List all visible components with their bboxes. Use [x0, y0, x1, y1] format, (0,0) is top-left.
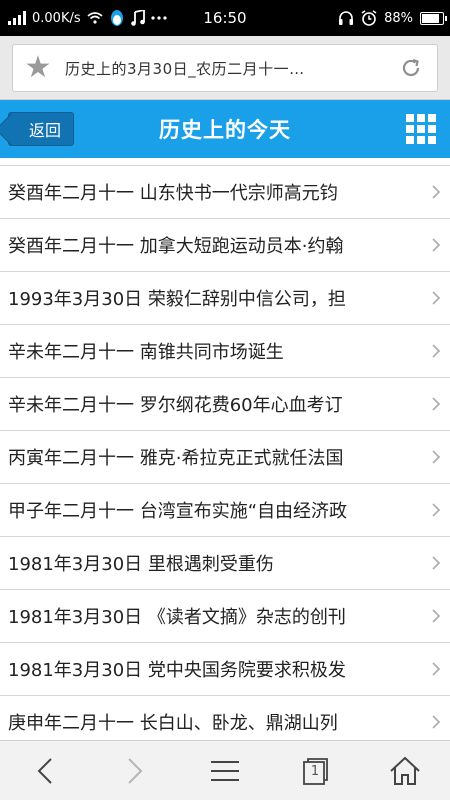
battery-level-fill	[422, 13, 439, 23]
page-header: 返回 历史上的今天	[0, 100, 450, 158]
list-item[interactable]: 庚申年二月十一 长白山、卧龙、鼎湖山列	[0, 696, 450, 740]
list-item[interactable]: 辛未年二月十一 南锥共同市场诞生	[0, 325, 450, 378]
nav-back-button[interactable]	[15, 741, 75, 800]
list-item[interactable]: 癸酉年二月十一 山东快书一代宗师高元钧	[0, 166, 450, 219]
page-title: 历史上的今天	[159, 118, 291, 142]
list-item-text: 1981年3月30日 《读者文摘》杂志的创刊	[8, 607, 346, 628]
qq-penguin-icon	[109, 9, 125, 27]
list-item-text: 庚申年二月十一 长白山、卧龙、鼎湖山列	[8, 713, 338, 734]
chevron-right-icon	[428, 500, 444, 520]
list-item[interactable]: 1981年3月30日 里根遇刺受重伤	[0, 537, 450, 590]
list-item-text: 癸酉年二月十一 加拿大短跑运动员本·约翰	[8, 236, 344, 257]
chevron-right-icon	[128, 757, 143, 784]
status-left: 0.00K/s	[0, 9, 190, 27]
list-item[interactable]: 丙寅年二月十一 雅克·希拉克正式就任法国	[0, 431, 450, 484]
wifi-icon	[87, 12, 103, 24]
status-right: 88%	[338, 0, 447, 36]
history-list: 癸酉年二月十一 山东快书一代宗师高元钧 癸酉年二月十一 加拿大短跑运动员本·约翰 1…	[0, 158, 450, 740]
menu-button[interactable]	[195, 741, 255, 800]
list-item[interactable]: 辛未年二月十一 罗尔纲花费60年心血考订	[0, 378, 450, 431]
bottom-toolbar: 1	[0, 740, 450, 800]
nav-forward-button[interactable]	[105, 741, 165, 800]
chevron-right-icon	[428, 447, 444, 467]
refresh-icon[interactable]	[395, 52, 427, 84]
alarm-clock-icon	[361, 10, 377, 26]
music-icon	[130, 10, 145, 26]
chevron-right-icon	[428, 341, 444, 361]
chevron-right-icon	[428, 659, 444, 679]
chevron-right-icon	[428, 235, 444, 255]
list-item[interactable]: 1981年3月30日 《读者文摘》杂志的创刊	[0, 590, 450, 643]
battery-icon	[420, 11, 447, 25]
chevron-right-icon	[428, 394, 444, 414]
back-button-label: 返回	[28, 121, 61, 140]
chevron-left-icon	[37, 757, 52, 784]
status-bar: 0.00K/s 16:50 88%	[0, 0, 450, 36]
hamburger-menu-icon	[211, 760, 239, 781]
grid-menu-icon[interactable]	[406, 114, 436, 144]
list-top-divider	[0, 158, 450, 166]
tabs-button[interactable]: 1	[285, 741, 345, 800]
signal-icon	[8, 11, 26, 25]
list-item-text: 1981年3月30日 党中央国务院要求积极发	[8, 660, 346, 681]
battery-percent: 88%	[384, 10, 413, 26]
tab-count: 1	[310, 764, 320, 779]
headset-icon	[338, 10, 354, 26]
list-item[interactable]: 1981年3月30日 党中央国务院要求积极发	[0, 643, 450, 696]
list-item[interactable]: 甲子年二月十一 台湾宣布实施“自由经济政	[0, 484, 450, 537]
tabs-icon: 1	[302, 757, 328, 785]
list-item[interactable]: 癸酉年二月十一 加拿大短跑运动员本·约翰	[0, 219, 450, 272]
home-icon	[390, 756, 420, 785]
list-item-text: 癸酉年二月十一 山东快书一代宗师高元钧	[8, 183, 338, 204]
list-item-text: 1981年3月30日 里根遇刺受重伤	[8, 554, 274, 575]
chevron-right-icon	[428, 606, 444, 626]
list-item-text: 辛未年二月十一 罗尔纲花费60年心血考订	[8, 395, 343, 416]
list-item-text: 甲子年二月十一 台湾宣布实施“自由经济政	[8, 501, 348, 522]
list-items-container: 癸酉年二月十一 山东快书一代宗师高元钧 癸酉年二月十一 加拿大短跑运动员本·约翰 1…	[0, 166, 450, 740]
list-item-text: 辛未年二月十一 南锥共同市场诞生	[8, 342, 284, 363]
address-box[interactable]: ★ 历史上的3月30日_农历二月十一…	[12, 44, 438, 92]
chevron-right-icon	[428, 553, 444, 573]
chevron-right-icon	[428, 288, 444, 308]
chevron-right-icon	[428, 182, 444, 202]
bookmark-star-icon[interactable]: ★	[23, 53, 53, 83]
list-item-text: 丙寅年二月十一 雅克·希拉克正式就任法国	[8, 448, 344, 469]
list-item-text: 1993年3月30日 荣毅仁辞别中信公司，担	[8, 289, 346, 310]
more-notifications-icon	[151, 16, 167, 20]
home-button[interactable]	[375, 741, 435, 800]
back-button[interactable]: 返回	[8, 112, 74, 146]
chevron-right-icon	[428, 712, 444, 732]
network-speed: 0.00K/s	[32, 10, 81, 26]
address-page-title[interactable]: 历史上的3月30日_农历二月十一…	[65, 58, 395, 79]
address-bar: ★ 历史上的3月30日_农历二月十一…	[0, 36, 450, 100]
list-item[interactable]: 1993年3月30日 荣毅仁辞别中信公司，担	[0, 272, 450, 325]
browser-app: 0.00K/s 16:50 88% ★ 历史上的3月30日_农历二月十一… 返回…	[0, 0, 450, 800]
